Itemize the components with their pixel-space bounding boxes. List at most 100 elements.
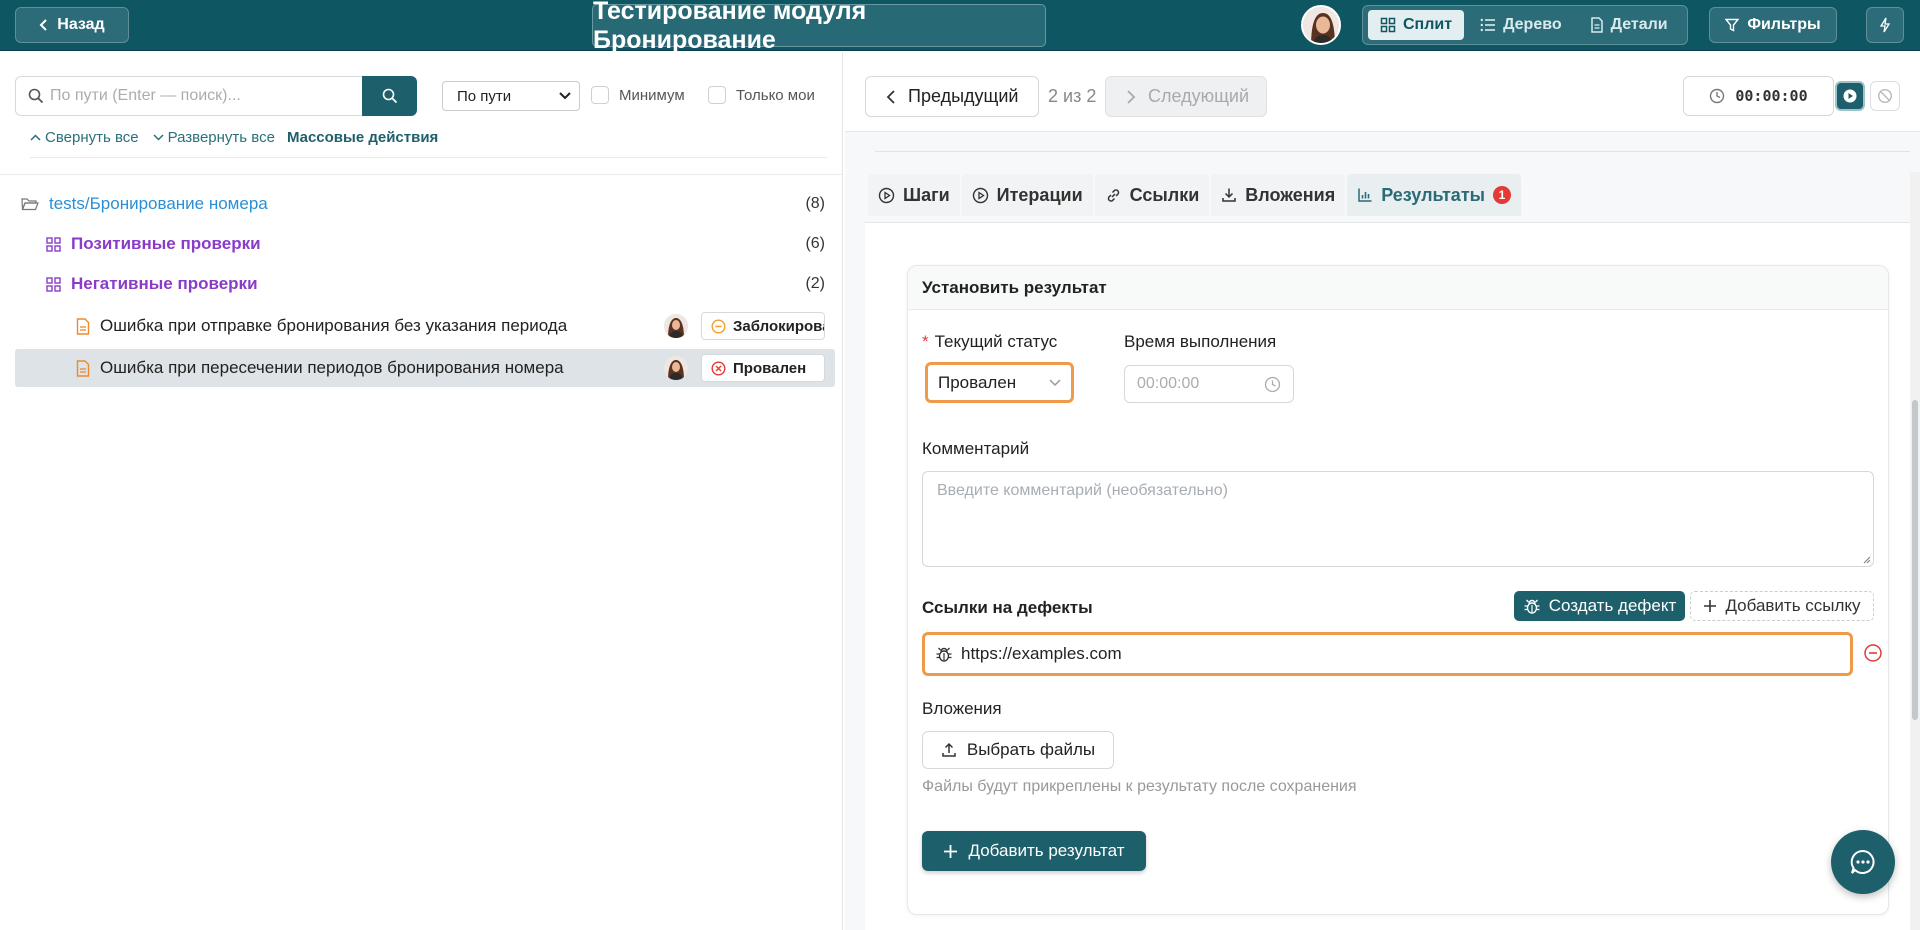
clock-icon — [1264, 376, 1281, 393]
tree-suite-row[interactable]: Позитивные проверки (6) — [15, 225, 835, 263]
tree-case-label: Ошибка при пересечении периодов брониров… — [100, 358, 564, 377]
previous-button[interactable]: Предыдущий — [865, 76, 1039, 117]
status-select[interactable]: Провален — [925, 362, 1074, 403]
tree-suite-row[interactable]: Негативные проверки (2) — [15, 265, 835, 303]
chevron-left-icon — [886, 89, 896, 105]
checkbox-box[interactable] — [591, 86, 609, 104]
folder-open-icon — [21, 197, 39, 211]
search-bar — [15, 76, 417, 116]
tab-results-label: Результаты — [1381, 184, 1486, 205]
add-result-label: Добавить результат — [968, 841, 1125, 860]
chevron-left-icon — [39, 18, 49, 32]
next-button[interactable]: Следующий — [1105, 76, 1267, 117]
tab-steps[interactable]: Шаги — [868, 174, 960, 216]
view-split-button[interactable]: Сплит — [1368, 10, 1465, 40]
upload-icon — [941, 742, 957, 758]
tree-case-label: Ошибка при отправке бронирования без ука… — [100, 316, 568, 335]
execution-time-label: Время выполнения — [1124, 332, 1277, 351]
search-input[interactable] — [50, 87, 350, 105]
tab-links[interactable]: Ссылки — [1094, 174, 1210, 216]
minimum-label: Минимум — [619, 86, 685, 104]
choose-files-label: Выбрать файлы — [966, 740, 1096, 759]
tab-iterations[interactable]: Итерации — [961, 174, 1093, 216]
tab-steps-label: Шаги — [903, 184, 950, 205]
comment-textarea[interactable]: Введите комментарий (необязательно) — [922, 471, 1874, 567]
scrollbar[interactable] — [1910, 172, 1920, 930]
card-title: Установить результат — [908, 266, 1888, 310]
tree-case-row-selected[interactable]: Ошибка при пересечении периодов брониров… — [15, 349, 835, 387]
timer-stop-button[interactable] — [1870, 81, 1900, 111]
chevron-down-icon — [1049, 378, 1061, 387]
search-icon — [28, 88, 44, 104]
add-result-button[interactable]: Добавить результат — [922, 831, 1146, 871]
test-details-panel: Предыдущий 2 из 2 Следующий 00:00:00 Шаг… — [845, 52, 1920, 930]
only-mine-checkbox[interactable]: Только мои — [708, 86, 815, 104]
bulk-actions-link[interactable]: Массовые действия — [287, 129, 438, 146]
create-defect-button[interactable]: Создать дефект — [1514, 591, 1685, 621]
view-switcher: Сплит Дерево Детали — [1362, 5, 1688, 45]
defect-url-field[interactable]: https://examples.com — [922, 632, 1853, 676]
required-marker: * — [922, 332, 929, 351]
chat-button[interactable] — [1831, 830, 1895, 894]
tree-folder-row[interactable]: tests/Бронирование номера (8) — [15, 185, 835, 223]
suite-grid-icon — [46, 276, 61, 292]
detail-tabs: Шаги Итерации Ссылки Вложения Результаты — [868, 174, 1522, 216]
ban-icon — [1877, 88, 1893, 104]
user-avatar[interactable] — [1301, 5, 1341, 45]
tree-count: (2) — [805, 275, 825, 292]
bug-icon — [935, 645, 953, 663]
lightning-icon — [1879, 17, 1891, 33]
divider — [30, 157, 827, 158]
play-circle-icon — [878, 187, 895, 204]
tab-links-label: Ссылки — [1129, 184, 1200, 205]
collapse-all-link[interactable]: Свернуть все — [30, 129, 139, 146]
tree-folder-label: tests/Бронирование номера — [49, 194, 268, 213]
test-case-icon — [76, 359, 90, 377]
set-result-card: Установить результат * Текущий статус Про… — [907, 265, 1889, 915]
view-details-button[interactable]: Детали — [1578, 10, 1680, 40]
next-label: Следующий — [1148, 86, 1250, 106]
expand-all-label: Развернуть все — [167, 129, 275, 146]
play-icon — [1843, 89, 1857, 103]
view-split-label: Сплит — [1403, 16, 1453, 33]
execution-time-placeholder: 00:00:00 — [1137, 375, 1200, 392]
timer-value: 00:00:00 — [1735, 87, 1808, 105]
minus-circle-icon — [711, 318, 726, 334]
choose-files-button[interactable]: Выбрать файлы — [922, 731, 1114, 769]
resize-handle-icon[interactable] — [1861, 554, 1871, 564]
navigation-bar: Предыдущий 2 из 2 Следующий 00:00:00 — [845, 52, 1920, 132]
tab-attachments[interactable]: Вложения — [1211, 174, 1346, 216]
add-link-button[interactable]: Добавить ссылку — [1690, 591, 1874, 621]
search-field[interactable] — [15, 76, 362, 116]
tab-results[interactable]: Результаты 1 — [1347, 174, 1522, 216]
view-tree-label: Дерево — [1503, 16, 1562, 33]
status-select-value: Провален — [938, 372, 1017, 392]
view-tree-button[interactable]: Дерево — [1468, 10, 1574, 40]
tree-case-row[interactable]: Ошибка при отправке бронирования без ука… — [15, 307, 835, 345]
minimum-checkbox[interactable]: Минимум — [591, 86, 685, 104]
collapse-all-label: Свернуть все — [45, 129, 139, 146]
suite-grid-icon — [46, 236, 61, 252]
top-bar: Назад Тестирование модуля Бронирование С… — [0, 0, 1920, 54]
bar-chart-icon — [1357, 187, 1373, 203]
status-badge: Провален — [701, 354, 825, 382]
search-button[interactable] — [362, 76, 417, 116]
status-badge-label: Заблокирован — [733, 317, 824, 335]
status-field-label: * Текущий статус — [922, 332, 1057, 352]
filters-button[interactable]: Фильтры — [1709, 7, 1837, 43]
create-defect-label: Создать дефект — [1548, 596, 1677, 615]
status-label-text: Текущий статус — [934, 332, 1058, 351]
scrollbar-thumb[interactable] — [1912, 400, 1918, 720]
quick-action-button[interactable] — [1866, 7, 1904, 43]
comment-placeholder: Введите комментарий (необязательно) — [937, 482, 1228, 499]
timer-start-button[interactable] — [1835, 81, 1865, 111]
sort-select[interactable]: По пути — [442, 81, 580, 111]
status-badge-label: Провален — [733, 359, 807, 377]
assignee-avatar — [664, 314, 688, 338]
remove-defect-link-button[interactable] — [1863, 643, 1883, 663]
tree-actions: Свернуть все Развернуть все Массовые дей… — [30, 129, 438, 146]
expand-all-link[interactable]: Развернуть все — [153, 129, 275, 146]
back-button[interactable]: Назад — [15, 7, 129, 43]
execution-time-input[interactable]: 00:00:00 — [1124, 365, 1294, 403]
checkbox-box[interactable] — [708, 86, 726, 104]
